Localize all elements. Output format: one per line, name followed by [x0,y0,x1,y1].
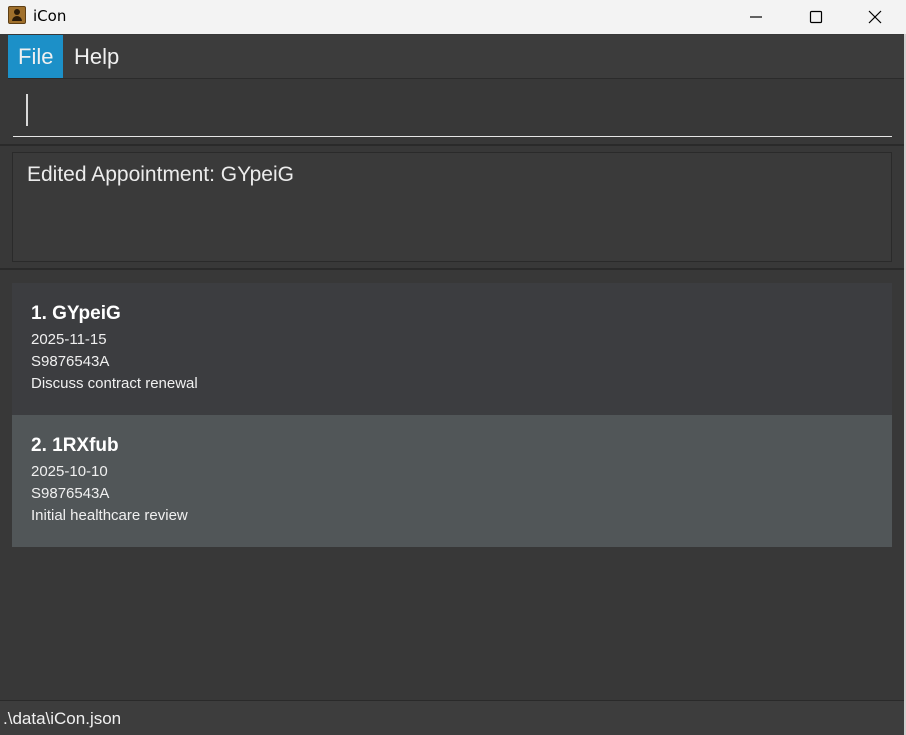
contacts-book-icon [8,6,26,24]
command-input[interactable] [13,90,892,137]
menu-file[interactable]: File [8,35,64,78]
title-bar[interactable]: iCon [0,0,906,34]
appointment-nric: S9876543A [31,485,110,502]
result-message: Edited Appointment: GYpeiG [27,163,294,186]
window-title: iCon [33,7,67,25]
command-box-container [0,80,906,146]
appointment-nric: S9876543A [31,353,110,370]
appointment-title: 1. GYpeiG [31,303,121,324]
save-file-path: .\data\iCon.json [3,709,122,728]
maximize-button[interactable] [787,0,845,34]
close-icon [868,10,882,24]
result-display[interactable]: Edited Appointment: GYpeiG [12,152,892,262]
maximize-icon [809,10,823,24]
status-bar: .\data\iCon.json [0,700,906,735]
appointment-card[interactable]: 1. GYpeiG 2025-11-15 S9876543A Discuss c… [12,283,892,415]
appointment-title: 2. 1RXfub [31,435,119,456]
text-caret [26,94,28,126]
appointment-description: Initial healthcare review [31,507,188,524]
appointment-card-selected[interactable]: 2. 1RXfub 2025-10-10 S9876543A Initial h… [12,415,892,547]
appointment-date: 2025-10-10 [31,463,108,480]
appointment-description: Discuss contract renewal [31,375,198,392]
menu-bar: File Help [8,35,906,79]
appointment-date: 2025-11-15 [31,331,107,348]
minimize-icon [750,16,762,18]
minimize-button[interactable] [727,0,785,34]
app-window: iCon File Help Edited Appointment: GYpei… [0,0,906,735]
appointment-list[interactable]: 1. GYpeiG 2025-11-15 S9876543A Discuss c… [12,283,892,547]
close-button[interactable] [846,0,904,34]
result-display-container: Edited Appointment: GYpeiG [0,146,906,270]
menu-help[interactable]: Help [64,35,129,78]
